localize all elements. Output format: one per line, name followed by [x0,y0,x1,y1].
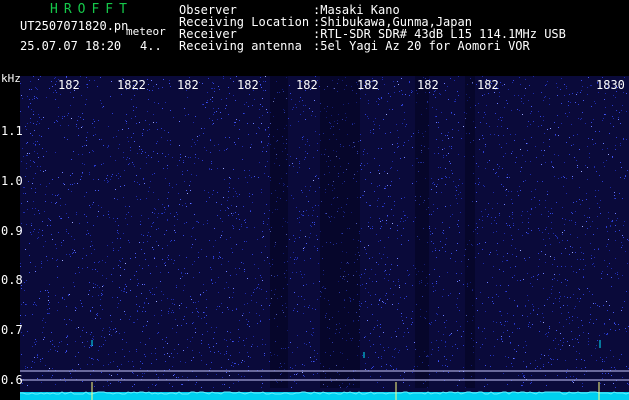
y-tick-label: 0.8 [1,273,23,287]
x-tick-label: 182 [357,78,379,92]
x-tick-label: 182 [58,78,80,92]
spectrogram-plot [20,76,629,400]
file-name: UT2507071820.pn [20,19,129,33]
x-tick-label: 182 [237,78,259,92]
y-tick-label: 0.7 [1,323,23,337]
event-count: 4.. [140,39,162,53]
header-panel: HROFFT UT2507071820.pn meteor 25.07.07 1… [0,0,629,76]
info-row-antenna: Receiving antenna :5el Yagi Az 20 for Aom… [179,40,566,52]
x-tick-label: 1822 [117,78,146,92]
y-tick-label: 0.6 [1,373,23,387]
brand-title: HROFFT [50,2,133,17]
x-tick-label: 182 [296,78,318,92]
y-tick-label: 1.0 [1,174,23,188]
y-axis-unit: kHz [1,72,21,85]
info-key: Receiving antenna [179,39,302,53]
station-info: Observer:Masaki Kano Receiving Location:… [179,4,566,52]
y-tick-label: 1.1 [1,124,23,138]
y-tick-label: 0.9 [1,224,23,238]
event-tag: meteor [126,25,166,38]
x-tick-label: 182 [477,78,499,92]
x-tick-label: 1830 [596,78,625,92]
info-value: :5el Yagi Az 20 for Aomori VOR [313,39,530,53]
x-tick-label: 182 [417,78,439,92]
x-tick-label: 182 [177,78,199,92]
date-time: 25.07.07 18:20 [20,39,122,53]
